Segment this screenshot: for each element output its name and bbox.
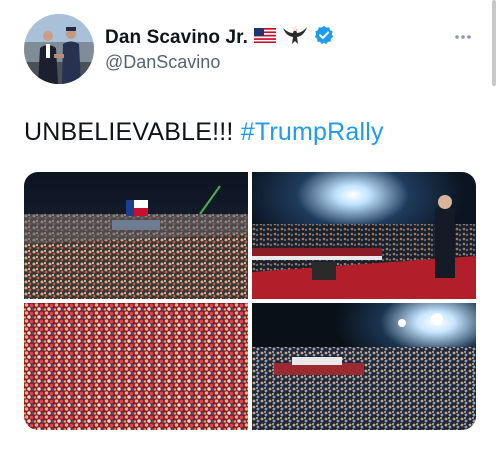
media-photo-3[interactable] (24, 303, 248, 430)
eagle-icon (282, 24, 308, 51)
dense-crowd-image (24, 303, 248, 430)
rally-stage-lights-image (252, 172, 476, 299)
tweet-text: UNBELIEVABLE!!! #TrumpRally (24, 118, 384, 147)
author-name[interactable]: Dan Scavino Jr. (105, 27, 248, 49)
us-flag-icon (254, 27, 277, 48)
hashtag-link[interactable]: #TrumpRally (241, 118, 384, 146)
verified-badge-icon (314, 25, 334, 50)
media-grid (24, 172, 476, 430)
more-options-icon[interactable] (454, 27, 472, 45)
media-photo-4[interactable] (252, 303, 476, 430)
media-photo-1[interactable] (24, 172, 248, 299)
author-avatar[interactable] (24, 14, 94, 84)
rally-crowd-texas-flag-image (24, 172, 248, 299)
night-rally-crowd-image (252, 303, 476, 430)
avatar-photo (24, 14, 94, 84)
media-photo-2[interactable] (252, 172, 476, 299)
author-name-row[interactable]: Dan Scavino Jr. (105, 24, 334, 51)
author-handle[interactable]: @DanScavino (105, 52, 220, 73)
scrollbar[interactable] (492, 0, 496, 86)
tweet-body: UNBELIEVABLE!!! (24, 118, 234, 146)
